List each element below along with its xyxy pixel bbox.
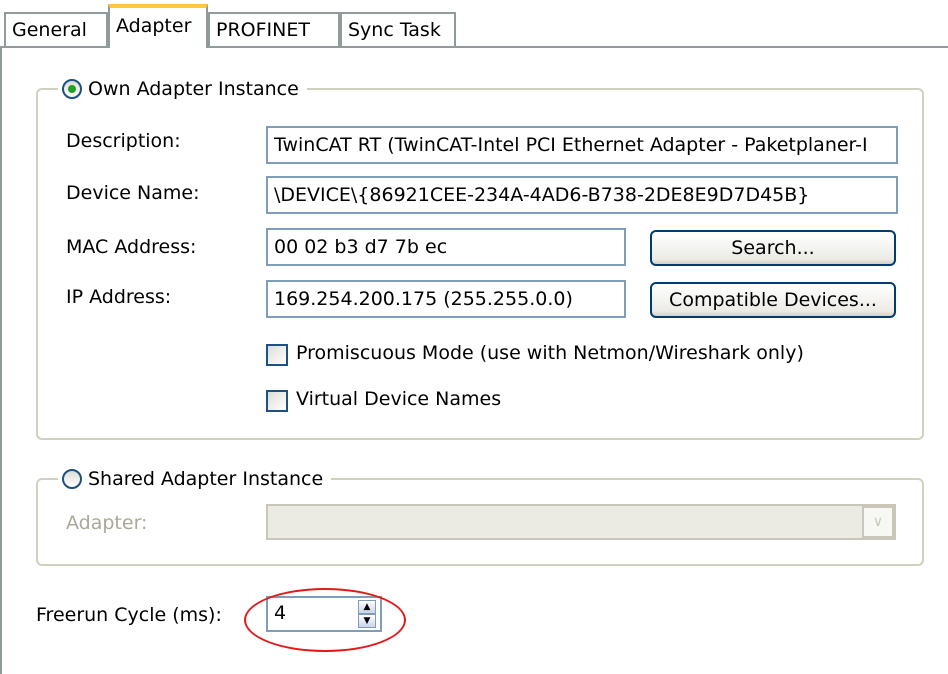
own-adapter-label: Own Adapter Instance (88, 78, 299, 100)
freerun-cycle-label: Freerun Cycle (ms): (36, 604, 222, 626)
own-adapter-radio[interactable] (62, 79, 82, 99)
description-field[interactable]: TwinCAT RT (TwinCAT-Intel PCI Ethernet A… (266, 126, 898, 164)
tab-general[interactable]: General (4, 12, 108, 46)
ip-address-field[interactable]: 169.254.200.175 (255.255.0.0) (266, 280, 626, 318)
search-button[interactable]: Search... (650, 230, 896, 266)
adapter-dropdown[interactable] (266, 504, 896, 540)
panel-border (0, 46, 2, 674)
shared-adapter-legend[interactable]: Shared Adapter Instance (58, 466, 332, 492)
tab-sync-task[interactable]: Sync Task (340, 12, 456, 46)
own-adapter-legend[interactable]: Own Adapter Instance (58, 76, 307, 102)
adapter-label: Adapter: (66, 512, 148, 534)
shared-adapter-radio[interactable] (62, 469, 82, 489)
shared-adapter-label: Shared Adapter Instance (88, 468, 324, 490)
device-name-field[interactable]: \DEVICE\{86921CEE-234A-4AD6-B738-2DE8E9D… (266, 176, 898, 214)
virtual-device-names-label: Virtual Device Names (296, 388, 502, 410)
virtual-device-names-checkbox[interactable] (266, 390, 288, 412)
promiscuous-mode-label: Promiscuous Mode (use with Netmon/Wiresh… (296, 342, 804, 364)
compatible-devices-button[interactable]: Compatible Devices... (650, 282, 896, 318)
device-name-label: Device Name: (66, 182, 200, 204)
mac-address-field[interactable]: 00 02 b3 d7 7b ec (266, 228, 626, 266)
mac-address-label: MAC Address: (66, 236, 197, 258)
chevron-down-icon[interactable]: ∨ (862, 506, 894, 538)
description-label: Description: (66, 130, 181, 152)
ip-address-label: IP Address: (66, 286, 172, 308)
tab-adapter[interactable]: Adapter (108, 4, 208, 48)
tab-profinet[interactable]: PROFINET (208, 12, 340, 46)
tab-strip: General Adapter PROFINET Sync Task (0, 0, 948, 50)
highlight-ellipse (244, 588, 406, 652)
promiscuous-mode-checkbox[interactable] (266, 344, 288, 366)
